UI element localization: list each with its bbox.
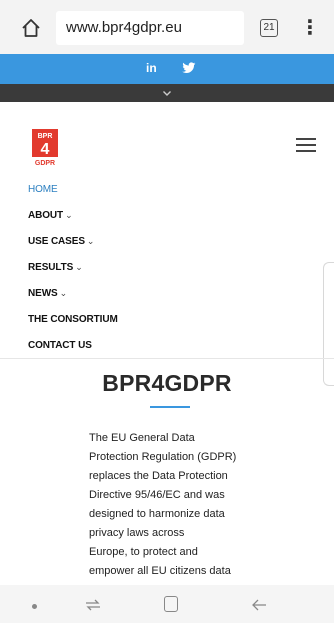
title-underline <box>150 406 190 408</box>
tab-counter-button[interactable]: 21 <box>260 19 278 37</box>
intro-line: Directive 95/46/EC and was <box>89 489 225 501</box>
intro-line: Protection Regulation (GDPR) <box>89 451 237 463</box>
nav-item-the-consortium[interactable]: THE CONSORTIUM <box>28 314 118 325</box>
social-strip: in <box>0 54 334 84</box>
intro-line: designed to harmonize data <box>89 508 225 520</box>
chevron-down-icon: ⌄ <box>59 288 68 298</box>
intro-line: privacy laws across <box>89 527 185 539</box>
nav-item-news[interactable]: NEWS ⌄ <box>28 288 67 299</box>
chevron-down-icon: ⌄ <box>75 262 83 272</box>
site-logo[interactable]: BPR 4 GDPR <box>30 127 60 167</box>
browser-toolbar: www.bpr4gdpr.eu 21 ⋮ <box>0 0 334 54</box>
side-panel-handle[interactable] <box>323 262 334 386</box>
recent-apps-icon[interactable] <box>84 597 102 613</box>
chevron-down-icon: ⌄ <box>86 236 95 246</box>
nav-divider <box>0 358 334 359</box>
intro-line: The EU General Data <box>89 432 195 444</box>
home-icon[interactable] <box>20 17 42 39</box>
chevron-down-icon[interactable] <box>162 88 172 98</box>
chevron-down-icon: ⌄ <box>65 210 73 220</box>
nav-item-use-cases[interactable]: USE CASES ⌄ <box>28 236 94 247</box>
back-arrow-icon[interactable] <box>250 597 268 613</box>
intro-paragraph: The EU General Data Protection Regulatio… <box>89 429 269 581</box>
home-button-icon[interactable] <box>164 596 178 612</box>
dot-icon[interactable] <box>32 604 37 609</box>
hamburger-menu-icon[interactable] <box>296 138 316 152</box>
overflow-menu-icon[interactable]: ⋮ <box>300 17 320 39</box>
linkedin-icon[interactable]: in <box>146 61 157 75</box>
logo-text-top: BPR <box>38 133 53 140</box>
nav-item-contact-us[interactable]: CONTACT US <box>28 340 92 351</box>
logo-text-bottom: GDPR <box>35 160 55 167</box>
page-title: BPR4GDPR <box>102 370 232 396</box>
twitter-icon[interactable] <box>182 62 196 74</box>
intro-line: Europe, to protect and <box>89 546 198 558</box>
nav-item-home[interactable]: HOME <box>28 184 58 195</box>
intro-line: replaces the Data Protection <box>89 470 228 482</box>
nav-item-results[interactable]: RESULTS ⌄ <box>28 262 83 273</box>
url-bar[interactable]: www.bpr4gdpr.eu <box>56 11 244 45</box>
logo-number: 4 <box>41 141 50 158</box>
intro-line: empower all EU citizens data <box>89 565 231 577</box>
nav-item-about[interactable]: ABOUT ⌄ <box>28 210 73 221</box>
